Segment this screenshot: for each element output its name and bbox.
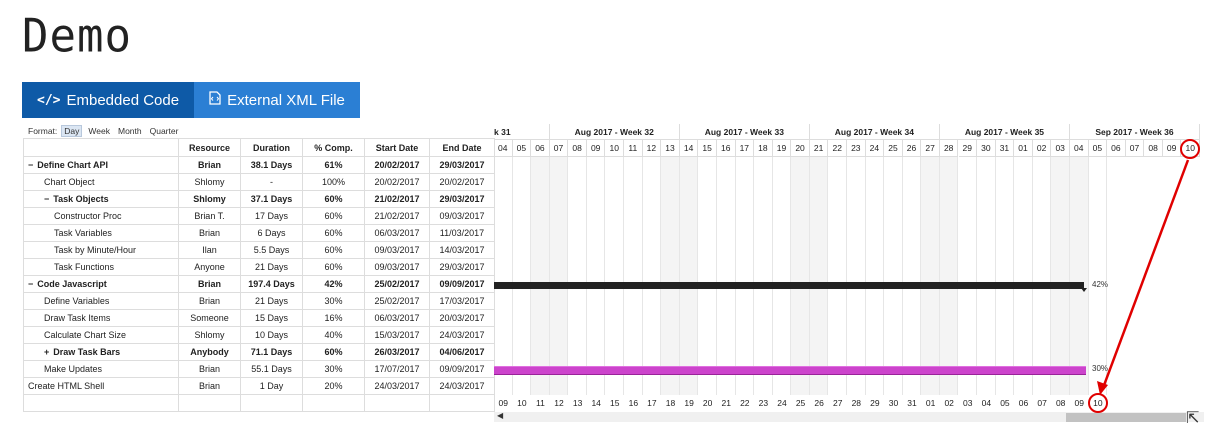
annotation-arrow bbox=[1097, 159, 1190, 395]
mouse-cursor-icon: ⇱ bbox=[1186, 410, 1200, 427]
